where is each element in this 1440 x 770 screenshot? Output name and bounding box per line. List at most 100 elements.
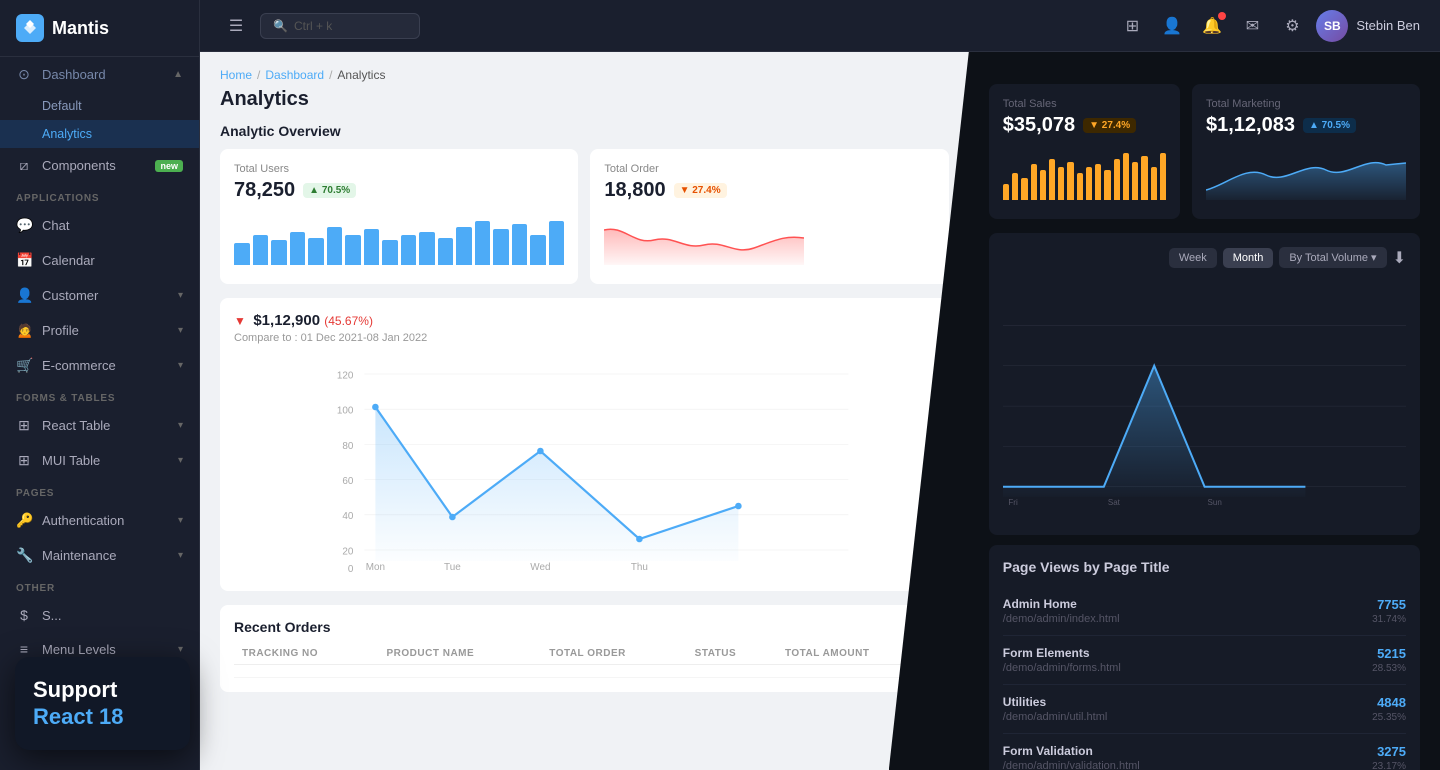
income-line-chart: 120 100 80 60 40 20 0 Mon Tue Wed Thu <box>234 352 935 572</box>
bar <box>1160 153 1166 200</box>
orders-table: Tracking No Product Name Total Order Sta… <box>234 643 935 678</box>
page-views-title: Page Views by Page Title <box>1003 559 1406 575</box>
sidebar-item-authentication[interactable]: 🔑 Authentication ▾ <box>0 503 199 538</box>
bar <box>327 227 343 266</box>
search-placeholder: Ctrl + k <box>294 19 332 33</box>
sidebar-item-profile[interactable]: 🙍 Profile ▾ <box>0 313 199 348</box>
income-pct: (45.67%) <box>324 314 373 328</box>
mui-table-icon: ⊞ <box>16 452 32 469</box>
week-button[interactable]: Week <box>1169 248 1217 268</box>
section-analytic-overview: Analytic Overview <box>220 123 949 139</box>
orders-section: Recent Orders Tracking No Product Name T… <box>220 605 949 692</box>
split-panels: Home / Dashboard / Analytics Analytics A… <box>200 52 1440 770</box>
dark-stat-label-marketing: Total Marketing <box>1206 98 1406 110</box>
toast-line1: Support <box>33 677 172 703</box>
svg-text:Tue: Tue <box>444 562 461 572</box>
support-toast[interactable]: Support React 18 <box>15 657 190 750</box>
global-search[interactable]: 🔍 Ctrl + k <box>260 13 420 39</box>
sidebar-item-dashboard[interactable]: ⊙ Dashboard ▲ <box>0 57 199 92</box>
month-button[interactable]: Month <box>1223 248 1274 268</box>
apps-icon-button[interactable]: ⊞ <box>1116 10 1148 42</box>
bar <box>271 240 287 265</box>
stat-label-users: Total Users <box>234 163 564 175</box>
svg-text:Fri: Fri <box>1008 498 1018 507</box>
bar <box>290 232 306 265</box>
dark-stat-card-sales: Total Sales $35,078 ▼ 27.4% <box>989 84 1180 219</box>
dark-stat-value-sales: $35,078 ▼ 27.4% <box>1003 114 1166 137</box>
bar <box>1012 173 1018 201</box>
breadcrumb-dashboard[interactable]: Dashboard <box>265 68 324 82</box>
volume-button[interactable]: By Total Volume ▾ <box>1279 247 1386 268</box>
sidebar-item-react-table[interactable]: ⊞ React Table ▾ <box>0 408 199 443</box>
mail-icon-button[interactable]: ✉ <box>1236 10 1268 42</box>
sidebar-logo: Mantis <box>0 0 199 57</box>
sidebar-item-s[interactable]: $ S... <box>0 598 199 632</box>
bar <box>530 235 546 265</box>
bar <box>1031 164 1037 200</box>
notification-icon-button[interactable]: 🔔 <box>1196 10 1228 42</box>
stat-card-orders: Total Order 18,800 ▼ 27.4% <box>590 149 948 284</box>
breadcrumb: Home / Dashboard / Analytics <box>220 68 949 82</box>
bar <box>1151 167 1157 200</box>
breadcrumb-home[interactable]: Home <box>220 68 252 82</box>
sidebar-item-ecommerce[interactable]: 🛒 E-commerce ▾ <box>0 348 199 383</box>
dark-panel: Total Sales $35,078 ▼ 27.4% Total Market… <box>969 52 1440 770</box>
col-tracking: Tracking No <box>234 643 379 665</box>
user-icon-button[interactable]: 👤 <box>1156 10 1188 42</box>
breadcrumb-current: Analytics <box>337 68 385 82</box>
header-right: ⊞ 👤 🔔 ✉ ⚙ SB Stebin Ben <box>1116 10 1420 42</box>
bar <box>456 227 472 266</box>
mini-bars-sales <box>1003 145 1166 200</box>
col-status: Status <box>687 643 777 665</box>
auth-icon: 🔑 <box>16 512 32 529</box>
col-product: Product Name <box>379 643 542 665</box>
chart-controls: Week Month By Total Volume ▾ ⬇ <box>1003 247 1406 268</box>
components-badge: new <box>155 160 183 172</box>
toast-line2: React 18 <box>33 704 172 730</box>
svg-text:Sat: Sat <box>1108 498 1121 507</box>
sidebar: Mantis ⊙ Dashboard ▲ Default Analytics ⧄… <box>0 0 200 770</box>
sidebar-item-components[interactable]: ⧄ Components new <box>0 148 199 183</box>
sidebar-item-maintenance[interactable]: 🔧 Maintenance ▾ <box>0 538 199 573</box>
income-section: ▼ $1,12,900 (45.67%) Compare to : 01 Dec… <box>220 298 949 591</box>
area-chart-marketing <box>1206 145 1406 200</box>
profile-icon: 🙍 <box>16 322 32 339</box>
page-title: Analytics <box>220 88 949 111</box>
download-icon[interactable]: ⬇ <box>1393 248 1406 268</box>
svg-text:80: 80 <box>342 441 354 452</box>
bar <box>1021 178 1027 200</box>
sidebar-item-calendar[interactable]: 📅 Calendar <box>0 243 199 278</box>
menu-levels-icon: ≡ <box>16 641 32 657</box>
bar <box>1067 162 1073 201</box>
bar <box>475 221 491 265</box>
bar <box>234 243 250 265</box>
sidebar-item-mui-table[interactable]: ⊞ MUI Table ▾ <box>0 443 199 478</box>
bar <box>345 235 361 265</box>
area-chart-orders <box>604 210 804 265</box>
col-total-order: Total Order <box>541 643 686 665</box>
income-header: ▼ $1,12,900 (45.67%) Compare to : 01 Dec… <box>234 312 935 344</box>
orders-title: Recent Orders <box>234 619 935 635</box>
svg-text:Wed: Wed <box>530 562 550 572</box>
settings-icon-button[interactable]: ⚙ <box>1276 10 1308 42</box>
bar <box>382 240 398 265</box>
dark-badge-marketing: ▲ 70.5% <box>1303 118 1356 133</box>
sidebar-subitem-default[interactable]: Default <box>0 92 199 120</box>
pv-row-utilities: Utilities /demo/admin/util.html 4848 25.… <box>1003 685 1406 734</box>
sidebar-subitem-analytics[interactable]: Analytics <box>0 120 199 148</box>
dashboard-icon: ⊙ <box>16 66 32 83</box>
bar <box>1077 173 1083 201</box>
bar <box>1040 170 1046 200</box>
page-views-section: Page Views by Page Title Admin Home /dem… <box>989 545 1420 770</box>
mantis-logo-icon <box>16 14 44 42</box>
bar <box>1086 167 1092 200</box>
sidebar-item-chat[interactable]: 💬 Chat <box>0 208 199 243</box>
search-icon: 🔍 <box>273 19 288 33</box>
sidebar-item-customer[interactable]: 👤 Customer ▾ <box>0 278 199 313</box>
bar <box>1058 167 1064 200</box>
bar <box>549 221 565 265</box>
menu-toggle-button[interactable]: ☰ <box>220 10 252 42</box>
bar <box>308 238 324 266</box>
bar <box>1114 159 1120 200</box>
stat-badge-users: ▲ 70.5% <box>303 183 356 198</box>
